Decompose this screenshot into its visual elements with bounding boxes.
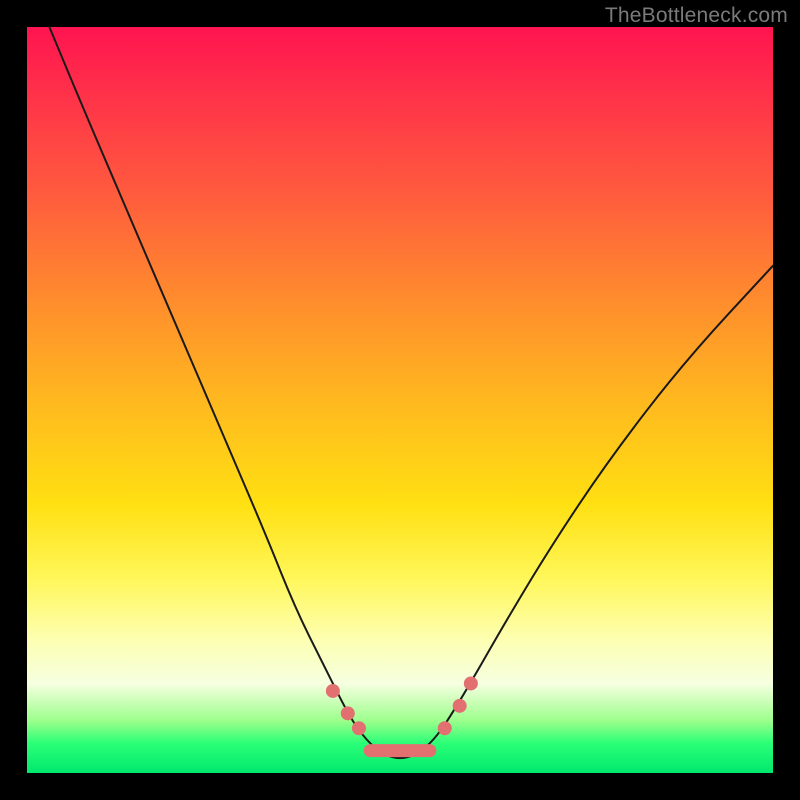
trough-marker [326, 684, 340, 698]
trough-marker [341, 706, 355, 720]
chart-frame: TheBottleneck.com [0, 0, 800, 800]
trough-marker [464, 676, 478, 690]
plot-area [27, 27, 773, 773]
watermark-text: TheBottleneck.com [605, 4, 788, 28]
bottleneck-curve-svg [27, 27, 773, 773]
trough-marker [438, 721, 452, 735]
trough-markers-group [326, 676, 478, 750]
trough-marker [352, 721, 366, 735]
trough-marker [453, 699, 467, 713]
bottleneck-curve-path [49, 27, 773, 758]
